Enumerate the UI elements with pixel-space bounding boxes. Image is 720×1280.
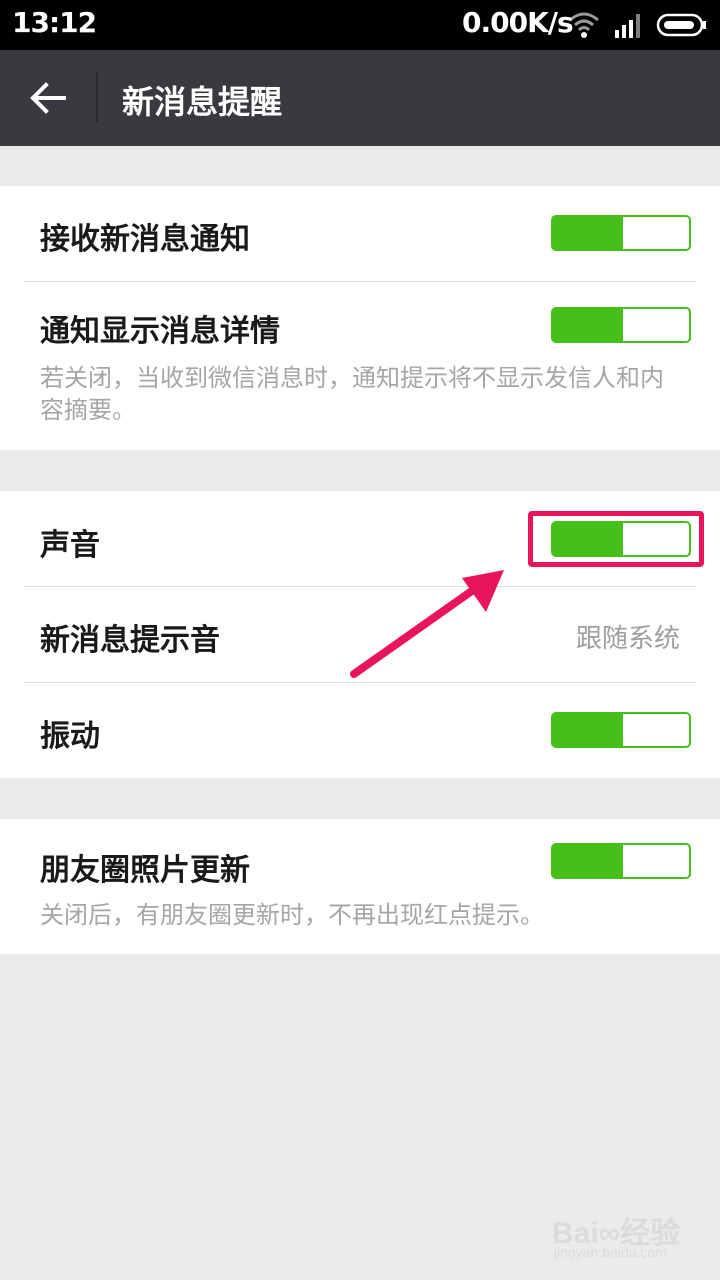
annotation-highlight-box — [528, 511, 704, 567]
baidu-watermark: Bai∞经验 jingyan.baidu.com — [552, 1208, 712, 1268]
back-arrow-icon[interactable] — [24, 76, 72, 120]
wifi-icon — [569, 12, 599, 38]
show-details-row[interactable]: 通知显示消息详情 若关闭，当收到微信消息时，通知提示将不显示发信人和内容摘要。 — [0, 282, 720, 450]
receive-notifications-toggle[interactable] — [551, 215, 691, 251]
page-title: 新消息提醒 — [122, 83, 283, 121]
receive-notifications-label: 接收新消息通知 — [40, 222, 250, 257]
status-time: 13:12 — [12, 6, 97, 39]
receive-notifications-row[interactable]: 接收新消息通知 — [0, 186, 720, 282]
vibration-toggle[interactable] — [551, 712, 691, 748]
toggle-fill — [553, 714, 623, 746]
signal-icon — [615, 14, 640, 38]
moments-section: 朋友圈照片更新 关闭后，有朋友圈更新时，不再出现红点提示。 — [0, 819, 720, 954]
notification-section: 接收新消息通知 通知显示消息详情 若关闭，当收到微信消息时，通知提示将不显示发信… — [0, 186, 720, 450]
network-speed: 0.00K/s — [462, 6, 574, 39]
appbar-divider — [96, 72, 98, 122]
vibration-row[interactable]: 振动 — [0, 683, 720, 778]
toggle-fill — [553, 217, 623, 249]
tone-value: 跟随系统 — [575, 624, 680, 654]
show-details-description: 若关闭，当收到微信消息时，通知提示将不显示发信人和内容摘要。 — [40, 364, 664, 424]
moments-updates-toggle[interactable] — [551, 843, 691, 879]
show-details-toggle[interactable] — [551, 307, 691, 343]
tone-label: 新消息提示音 — [40, 623, 220, 658]
sound-label: 声音 — [40, 528, 100, 563]
vibration-label: 振动 — [40, 719, 100, 754]
status-bar: 13:12 0.00K/s — [0, 0, 720, 50]
moments-updates-row[interactable]: 朋友圈照片更新 关闭后，有朋友圈更新时，不再出现红点提示。 — [0, 819, 720, 954]
app-bar: 新消息提醒 — [0, 50, 720, 146]
battery-icon — [656, 13, 706, 37]
show-details-label: 通知显示消息详情 — [40, 314, 280, 349]
moments-updates-description: 关闭后，有朋友圈更新时，不再出现红点提示。 — [40, 901, 544, 929]
toggle-fill — [553, 309, 623, 341]
toggle-fill — [553, 845, 623, 877]
annotation-arrow-icon — [350, 570, 504, 678]
moments-updates-label: 朋友圈照片更新 — [40, 853, 250, 888]
watermark-url: jingyan.baidu.com — [554, 1244, 667, 1260]
